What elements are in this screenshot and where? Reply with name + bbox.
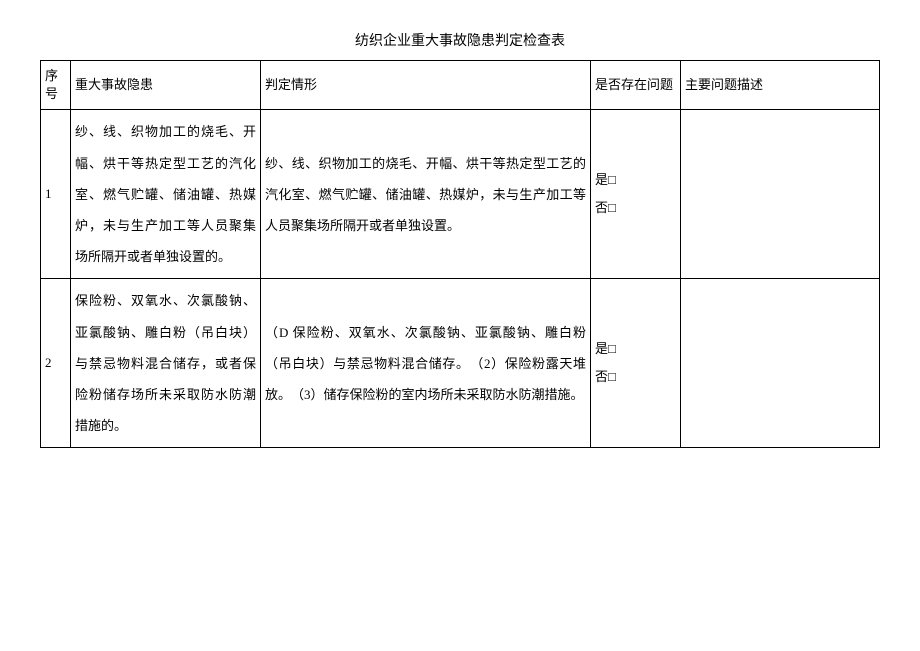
table-header-row: 序号 重大事故隐患 判定情形 是否存在问题 主要问题描述 xyxy=(41,61,880,110)
cell-situation: （D 保险粉、双氧水、次氯酸钠、亚氯酸钠、雕白粉（吊白块）与禁忌物料混合储存。 … xyxy=(261,279,591,448)
cell-situation: 纱、线、织物加工的烧毛、开幅、烘干等热定型工艺的汽化室、燃气贮罐、储油罐、热媒炉… xyxy=(261,110,591,279)
checkbox-yes[interactable]: 是□ xyxy=(595,166,676,195)
table-row: 1 纱、线、织物加工的烧毛、开幅、烘干等热定型工艺的汽化室、燃气贮罐、储油罐、热… xyxy=(41,110,880,279)
header-hazard: 重大事故隐患 xyxy=(71,61,261,110)
cell-seq: 2 xyxy=(41,279,71,448)
header-situation: 判定情形 xyxy=(261,61,591,110)
document-title: 纺织企业重大事故隐患判定检查表 xyxy=(40,30,880,50)
header-seq: 序号 xyxy=(41,61,71,110)
checkbox-no[interactable]: 否□ xyxy=(595,194,676,223)
cell-hazard: 保险粉、双氧水、次氯酸钠、亚氯酸钠、雕白粉（吊白块）与禁忌物料混合储存，或者保险… xyxy=(71,279,261,448)
cell-exist: 是□ 否□ xyxy=(591,110,681,279)
cell-desc xyxy=(681,279,880,448)
cell-desc xyxy=(681,110,880,279)
table-row: 2 保险粉、双氧水、次氯酸钠、亚氯酸钠、雕白粉（吊白块）与禁忌物料混合储存，或者… xyxy=(41,279,880,448)
cell-exist: 是□ 否□ xyxy=(591,279,681,448)
cell-hazard: 纱、线、织物加工的烧毛、开幅、烘干等热定型工艺的汽化室、燃气贮罐、储油罐、热媒炉… xyxy=(71,110,261,279)
inspection-table: 序号 重大事故隐患 判定情形 是否存在问题 主要问题描述 1 纱、线、织物加工的… xyxy=(40,60,880,448)
cell-seq: 1 xyxy=(41,110,71,279)
header-desc: 主要问题描述 xyxy=(681,61,880,110)
header-exist: 是否存在问题 xyxy=(591,61,681,110)
checkbox-no[interactable]: 否□ xyxy=(595,363,676,392)
checkbox-yes[interactable]: 是□ xyxy=(595,335,676,364)
